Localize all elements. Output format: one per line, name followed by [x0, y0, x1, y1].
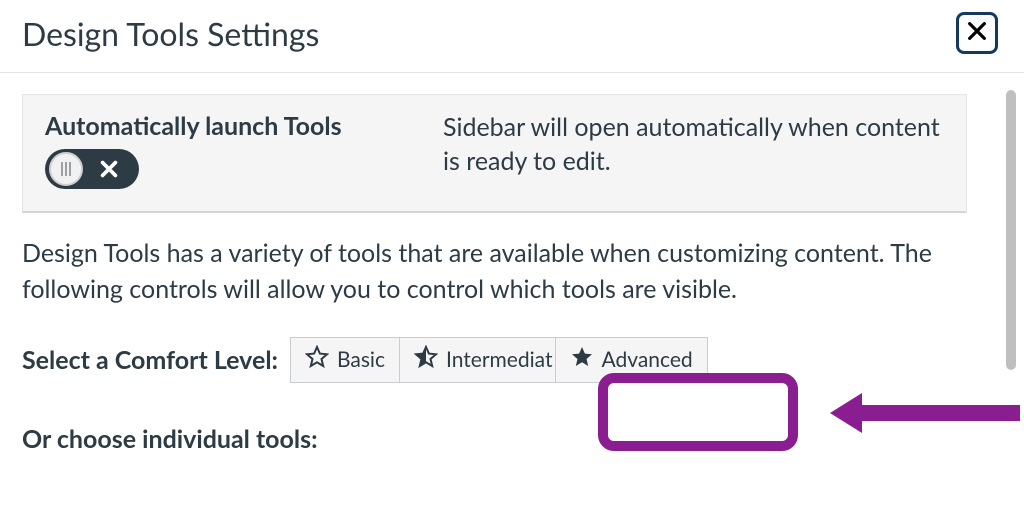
star-half-icon	[414, 345, 438, 374]
comfort-basic-label: Basic	[337, 347, 385, 372]
star-outline-icon	[305, 345, 329, 374]
comfort-advanced-button[interactable]: Advanced	[555, 337, 708, 383]
auto-launch-toggle[interactable]	[45, 149, 139, 189]
design-tools-settings-dialog: Design Tools Settings Automatically laun…	[0, 0, 1024, 527]
tools-description: Design Tools has a variety of tools that…	[22, 235, 967, 308]
individual-tools-label: Or choose individual tools:	[22, 424, 1002, 454]
comfort-intermediate-button[interactable]: Intermediat	[399, 337, 556, 383]
dialog-title: Design Tools Settings	[22, 14, 319, 53]
comfort-level-row: Select a Comfort Level: Basic Intermedia…	[22, 330, 1002, 390]
comfort-advanced-label: Advanced	[602, 347, 693, 372]
toggle-off-icon	[83, 158, 135, 180]
close-icon	[966, 20, 988, 46]
auto-launch-description: Sidebar will open automatically when con…	[443, 111, 944, 179]
dialog-body: Automatically launch Tools Sidebar will …	[0, 80, 1024, 527]
comfort-basic-button[interactable]: Basic	[290, 337, 400, 383]
toggle-knob-icon	[49, 152, 83, 186]
comfort-intermediate-label: Intermediat	[446, 347, 553, 372]
auto-launch-left: Automatically launch Tools	[45, 111, 403, 189]
auto-launch-title: Automatically launch Tools	[45, 111, 403, 141]
star-filled-icon	[570, 345, 594, 374]
vertical-scrollbar[interactable]	[1006, 90, 1016, 370]
dialog-header: Design Tools Settings	[0, 0, 1024, 73]
close-button[interactable]	[956, 12, 998, 54]
auto-launch-panel: Automatically launch Tools Sidebar will …	[22, 94, 967, 213]
comfort-level-label: Select a Comfort Level:	[22, 345, 278, 375]
